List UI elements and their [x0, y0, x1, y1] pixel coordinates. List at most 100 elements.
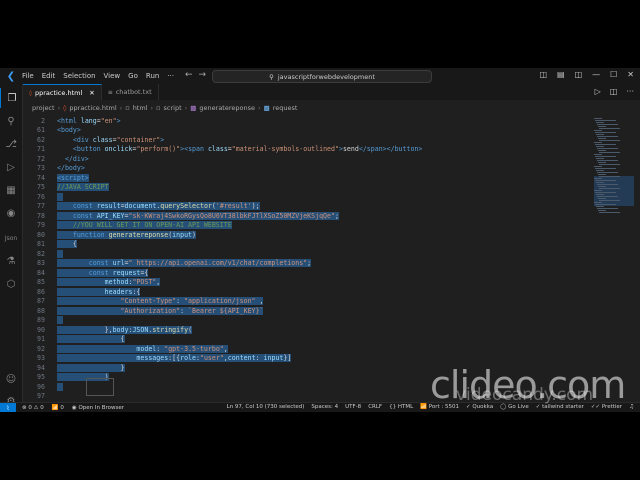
minimap-line	[596, 170, 604, 171]
code-line[interactable]: 75 //JAVA SCRIPT	[23, 183, 593, 192]
search-label: javascriptforwebdevelopment	[277, 72, 375, 81]
run-icon[interactable]: ▷	[595, 87, 601, 96]
ports-indicator[interactable]: 📶 0	[52, 405, 64, 411]
back-arrow-icon[interactable]: ←	[185, 70, 199, 80]
menu-edit[interactable]: Edit	[42, 72, 56, 80]
breadcrumb-item[interactable]: html	[133, 104, 148, 112]
line-number: 71	[37, 145, 45, 153]
code-line[interactable]: 62 <div class="container">	[23, 135, 593, 144]
line-number: 83	[37, 259, 45, 267]
menu-view[interactable]: View	[104, 72, 121, 80]
breadcrumb-item[interactable]: project	[32, 104, 55, 112]
notifications-bell-icon[interactable]: ♫	[629, 404, 634, 410]
text-file-icon: ≡	[107, 88, 113, 96]
code-line[interactable]: 86 headers:{	[23, 287, 593, 296]
menu-file[interactable]: File	[22, 72, 34, 80]
breadcrumb-item[interactable]: ppractice.html	[69, 104, 116, 112]
code-line[interactable]: 2 <html lang="en">	[23, 116, 593, 125]
close-icon[interactable]: ✕	[627, 70, 634, 79]
minimize-icon[interactable]: —	[592, 70, 600, 79]
code-text: const request={	[57, 268, 149, 277]
code-line[interactable]: 77 const result=document.querySelector('…	[23, 202, 593, 211]
code-text: </div>	[64, 154, 89, 163]
line-number: 87	[37, 297, 45, 305]
code-line[interactable]: 93 messages:[{role:"user",content: input…	[23, 354, 593, 363]
code-line[interactable]: 61 <body>	[23, 126, 593, 135]
breadcrumb-item[interactable]: request	[273, 104, 298, 112]
cursor-position[interactable]: Ln 97, Col 10 (730 selected)	[227, 404, 305, 410]
code-line[interactable]: 92 model: "gpt-3.5-turbo",	[23, 344, 593, 353]
code-line[interactable]: 76 ​	[23, 192, 593, 201]
remote-indicator-icon[interactable]: ⌇	[0, 403, 16, 412]
code-line[interactable]: 90 },body:JSON.stringify(	[23, 325, 593, 334]
language-mode[interactable]: {} HTML	[389, 404, 413, 410]
menu-go[interactable]: Go	[128, 72, 138, 80]
python-icon[interactable]: ◉	[0, 203, 22, 223]
minimap-line	[599, 212, 620, 213]
account-icon[interactable]: ☺	[0, 369, 22, 389]
code-line[interactable]: 72 </div>	[23, 154, 593, 163]
split-editor-icon[interactable]: ◫	[610, 87, 618, 96]
source-control-icon[interactable]: ⎇	[0, 134, 22, 154]
code-text: }	[57, 363, 125, 372]
command-center-search[interactable]: ⚲ javascriptforwebdevelopment	[212, 70, 432, 83]
code-line[interactable]: 74 <script>	[23, 173, 593, 182]
tab-ppractice-html[interactable]: ◊ ppractice.html ✕	[23, 84, 102, 101]
minimap-line	[597, 136, 618, 137]
run-debug-icon[interactable]: ▷	[0, 157, 22, 177]
code-line[interactable]: 84 const request={	[23, 268, 593, 277]
code-editor[interactable]: 2 <html lang="en"> 61 <body> 62 <div class="…	[23, 116, 593, 402]
line-number: 75	[37, 183, 45, 191]
search-icon[interactable]: ⚲	[0, 111, 22, 131]
close-tab-icon[interactable]: ✕	[89, 89, 94, 97]
line-number: 81	[37, 240, 45, 248]
panel-icon[interactable]: ▤	[557, 70, 565, 79]
code-line[interactable]: 82 ​	[23, 249, 593, 258]
code-line[interactable]: 79 //YOU WILL GET IT ON OPEN-AI API WEBS…	[23, 221, 593, 230]
code-line[interactable]: 80 function generatereponse(input)	[23, 230, 593, 239]
minimap-line	[596, 206, 604, 207]
tab-chatbot-txt[interactable]: ≡ chatbot.txt	[102, 84, 159, 100]
breadcrumb-item[interactable]: generatereponse	[199, 104, 255, 112]
code-line[interactable]: 81 {	[23, 240, 593, 249]
end-of-line[interactable]: CRLF	[368, 404, 382, 410]
code-line[interactable]: 73 </body>	[23, 164, 593, 173]
minimap-line	[594, 202, 602, 203]
more-actions-icon[interactable]: ···	[626, 87, 634, 96]
code-text: const url=" https://api.openai.com/v1/ch…	[57, 259, 312, 267]
forward-arrow-icon[interactable]: →	[199, 70, 213, 80]
menu-selection[interactable]: Selection	[63, 72, 95, 80]
code-text: <body>	[57, 126, 81, 134]
explorer-icon[interactable]: ❐	[0, 88, 23, 108]
code-line[interactable]: 83 const url=" https://api.openai.com/v1…	[23, 259, 593, 268]
code-line[interactable]: 87 "Content-Type": "application/json" ,	[23, 297, 593, 306]
minimap-line	[599, 164, 620, 165]
test-icon[interactable]: ⚗	[0, 251, 22, 271]
open-in-browser-button[interactable]: ◉ Open In Browser	[72, 405, 124, 411]
minimap-line	[598, 126, 606, 127]
extensions-icon[interactable]: ▦	[0, 180, 22, 200]
minimap[interactable]	[594, 116, 634, 402]
maximize-icon[interactable]: ☐	[610, 70, 617, 79]
code-line[interactable]: 91 {	[23, 335, 593, 344]
menu-more[interactable]: ···	[167, 72, 174, 80]
indentation[interactable]: Spaces: 4	[311, 404, 338, 410]
code-line[interactable]: 78 const API_KEY="sk-KWraj4SwkoRGysQo8U6…	[23, 211, 593, 220]
code-line[interactable]: 89 ​	[23, 316, 593, 325]
json-icon[interactable]: Json	[0, 228, 22, 248]
code-line[interactable]: 71 <button onclick="perform()"><span cla…	[23, 145, 593, 154]
line-number: 89	[37, 316, 45, 324]
remote-explorer-icon[interactable]: ⬡	[0, 274, 22, 294]
problems-indicator[interactable]: ⊗ 0 ⚠ 0	[22, 405, 44, 411]
encoding[interactable]: UTF-8	[345, 404, 361, 410]
code-line[interactable]: 88 "Authorization": `Bearer ${API_KEY}`	[23, 306, 593, 315]
minimap-line	[595, 180, 616, 181]
layout-icon[interactable]: ◫	[539, 70, 547, 79]
menu-run[interactable]: Run	[146, 72, 159, 80]
code-text: method:"POST",	[57, 278, 161, 286]
minimap-line	[596, 182, 604, 183]
vscode-window: ❮ File Edit Selection View Go Run ··· ←→…	[0, 68, 640, 412]
sidebar-icon[interactable]: ◫	[575, 70, 583, 79]
code-line[interactable]: 85 method:"POST",	[23, 278, 593, 287]
breadcrumb-item[interactable]: script	[164, 104, 182, 112]
